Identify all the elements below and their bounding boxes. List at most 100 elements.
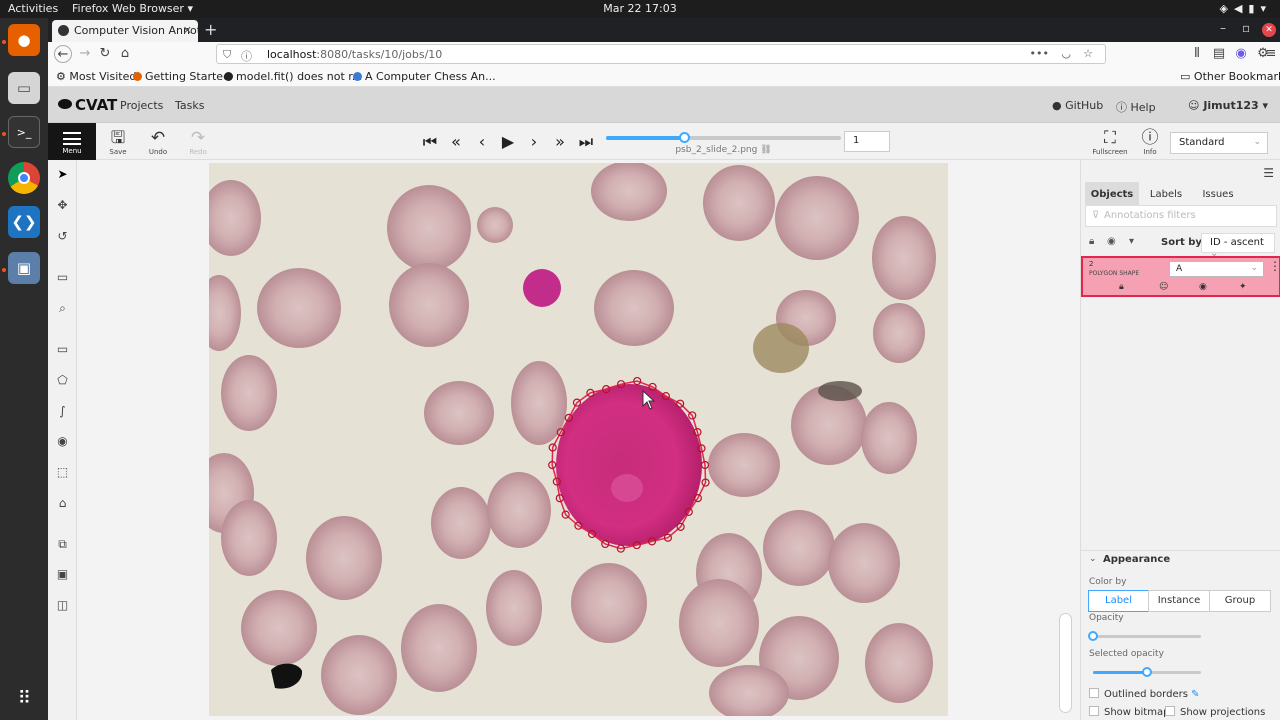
rotate-icon[interactable]: ↺ <box>52 226 73 247</box>
frame-slider-handle[interactable] <box>678 132 690 143</box>
selected-opacity-slider[interactable] <box>1093 667 1201 677</box>
terminal-icon[interactable]: >_ <box>8 116 40 148</box>
bookmark-chess[interactable]: A Computer Chess An... <box>353 70 496 83</box>
zoom-region-icon[interactable]: ⌕ <box>52 298 73 319</box>
last-frame-icon[interactable]: ⏭ <box>576 132 596 152</box>
forward-step-icon[interactable]: » <box>550 132 570 151</box>
color-by-instance-button[interactable]: Instance <box>1148 590 1210 612</box>
next-frame-icon[interactable]: › <box>524 132 544 151</box>
apps-grid-icon[interactable]: ⠿ <box>8 682 40 714</box>
library-icon[interactable]: ⫴ <box>1188 45 1206 63</box>
annotations-filter-input[interactable]: ⊽ Annotations filters <box>1085 205 1277 227</box>
save-button[interactable]: 🖫 Save <box>100 129 136 156</box>
show-bitmap-checkbox[interactable]: Show bitmap <box>1089 706 1169 718</box>
collapse-chevron-icon[interactable]: ⌄ <box>1089 554 1097 564</box>
maximize-icon[interactable]: ▫ <box>1242 21 1250 35</box>
firefox-icon[interactable]: ● <box>8 24 40 56</box>
opacity-slider[interactable] <box>1088 631 1201 641</box>
info-button[interactable]: ⓘ Info <box>1132 129 1168 156</box>
back-step-icon[interactable]: « <box>446 132 466 151</box>
pin-icon[interactable]: ✦ <box>1239 282 1247 292</box>
cursor-icon[interactable]: ➤ <box>52 164 73 185</box>
account-icon[interactable]: ◉ <box>1232 45 1250 63</box>
frame-slider[interactable] <box>606 132 841 143</box>
system-tray[interactable]: ◈◀▮▾ <box>1219 2 1272 15</box>
menu-button[interactable]: Menu <box>48 123 96 160</box>
draw-points-icon[interactable]: ◉ <box>52 431 73 452</box>
eye-icon[interactable]: ◉ <box>1199 282 1207 292</box>
previous-frame-icon[interactable]: ‹ <box>472 132 492 151</box>
redo-button[interactable]: ↷ Redo <box>180 129 216 156</box>
minimize-icon[interactable]: – <box>1220 21 1226 35</box>
color-picker-icon[interactable]: ✎ <box>1191 689 1199 700</box>
sidebar-toggle-icon[interactable]: ▤ <box>1210 45 1228 63</box>
sort-select[interactable]: ID - ascent ⌄ <box>1201 233 1275 259</box>
group-icon[interactable]: ▣ <box>52 564 73 585</box>
tag-icon[interactable]: ⌂ <box>52 493 73 514</box>
show-projections-checkbox[interactable]: Show projections <box>1165 706 1265 718</box>
merge-icon[interactable]: ⧉ <box>52 534 73 555</box>
home-icon[interactable]: ⌂ <box>116 45 134 63</box>
object-label-select[interactable]: A ⌄ <box>1169 261 1264 277</box>
draw-polygon-icon[interactable]: ⬠ <box>52 370 73 391</box>
lock-all-icon[interactable]: 🔒︎ <box>1089 236 1094 247</box>
opacity-slider-handle[interactable] <box>1088 631 1098 641</box>
eye-all-icon[interactable]: ◉ <box>1107 236 1116 247</box>
more-actions-icon[interactable]: ••• <box>1030 47 1049 60</box>
hamburger-menu-icon[interactable]: ≡ <box>1262 45 1280 63</box>
back-icon[interactable]: ← <box>54 45 72 63</box>
browser-tab[interactable]: Computer Vision Annota ✕ <box>52 20 198 42</box>
workspace-select[interactable]: Standard ⌄ <box>1170 132 1268 154</box>
link-icon[interactable]: ⛓ <box>760 145 771 155</box>
chrome-icon[interactable] <box>8 162 40 194</box>
url-bar[interactable]: ⛉ ⓘ localhost:8080/tasks/10/jobs/10 ••• … <box>216 44 1106 64</box>
user-menu[interactable]: ☺ Jimut123 ▾ <box>1188 99 1268 112</box>
expand-all-icon[interactable]: ▾ <box>1129 236 1134 247</box>
nav-projects[interactable]: Projects <box>120 99 163 112</box>
move-icon[interactable]: ✥ <box>52 195 73 216</box>
red-blood-cell <box>221 355 277 431</box>
user-icon[interactable]: ☺ <box>1159 282 1168 292</box>
app-menu[interactable]: Firefox Web Browser ▾ <box>72 2 193 15</box>
help-link[interactable]: ⓘ Help <box>1116 99 1156 115</box>
color-by-label-button[interactable]: Label <box>1088 590 1149 612</box>
vscode-icon[interactable]: ❮❯ <box>8 206 40 238</box>
play-icon[interactable]: ▶ <box>498 132 518 151</box>
github-link[interactable]: ● GitHub <box>1052 99 1103 112</box>
bookmark-other[interactable]: ▭ Other Bookmarks <box>1180 70 1280 83</box>
fit-image-icon[interactable]: ▭ <box>52 267 73 288</box>
split-icon[interactable]: ◫ <box>52 595 73 616</box>
frame-number-input[interactable]: 1 <box>844 131 890 152</box>
annotation-canvas[interactable] <box>77 160 1080 720</box>
lock-icon[interactable]: 🔒︎ <box>1119 282 1124 292</box>
outlined-borders-checkbox[interactable]: Outlined borders ✎ <box>1089 688 1200 700</box>
cvat-logo[interactable]: CVAT <box>58 96 117 114</box>
first-frame-icon[interactable]: ⏮ <box>420 132 440 152</box>
bookmark-star-icon[interactable]: ☆ <box>1083 47 1093 60</box>
object-item[interactable]: 2 POLYGON SHAPE A ⌄ ⋮ 🔒︎ ☺ ◉ ✦ <box>1081 256 1280 297</box>
nav-tasks[interactable]: Tasks <box>175 99 204 112</box>
activities-button[interactable]: Activities <box>8 2 58 15</box>
files-icon[interactable]: ▭ <box>8 72 40 104</box>
zoom-slider[interactable] <box>1059 613 1072 713</box>
fullscreen-button[interactable]: ⛶ Fullscreen <box>1092 129 1128 156</box>
close-tab-icon[interactable]: ✕ <box>183 24 192 37</box>
bookmark-most-visited[interactable]: ⚙ Most Visited <box>56 70 136 83</box>
draw-cuboid-icon[interactable]: ⬚ <box>52 462 73 483</box>
image-viewer-icon[interactable]: ▣ <box>8 252 40 284</box>
blood-smear-image[interactable] <box>209 163 948 716</box>
collapse-sidebar-icon[interactable]: ☰ <box>1263 166 1274 180</box>
object-menu-icon[interactable]: ⋮ <box>1269 259 1280 273</box>
forward-icon[interactable]: → <box>76 45 94 63</box>
undo-button[interactable]: ↶ Undo <box>140 129 176 156</box>
pocket-icon[interactable]: ◡ <box>1061 47 1071 60</box>
reload-icon[interactable]: ↻ <box>96 45 114 63</box>
draw-rectangle-icon[interactable]: ▭ <box>52 339 73 360</box>
new-tab-button[interactable]: + <box>204 20 217 39</box>
color-by-group-button[interactable]: Group <box>1209 590 1271 612</box>
close-window-icon[interactable]: ✕ <box>1262 23 1276 37</box>
bookmark-model-fit[interactable]: model.fit() does not r... <box>224 70 362 83</box>
bookmark-getting-started[interactable]: Getting Started <box>133 70 230 83</box>
selected-opacity-slider-handle[interactable] <box>1142 667 1152 677</box>
draw-polyline-icon[interactable]: ∫ <box>52 401 73 422</box>
